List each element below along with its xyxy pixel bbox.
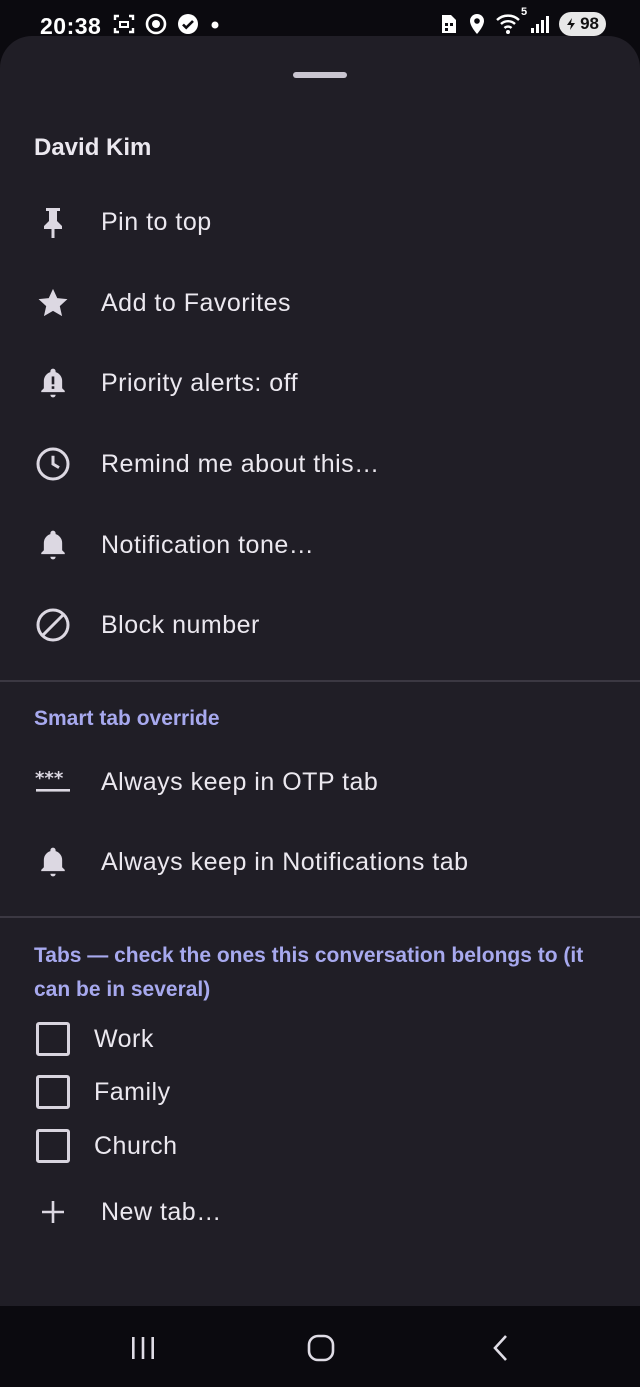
navigation-bar xyxy=(0,1306,640,1387)
status-left-icons xyxy=(112,12,222,36)
menu-item-label: Always keep in Notifications tab xyxy=(101,847,469,876)
menu-item-label: Block number xyxy=(101,610,260,639)
tabs-section-title: Tabs — check the ones this conversation … xyxy=(34,944,584,1001)
section-divider xyxy=(0,680,640,682)
checkbox[interactable] xyxy=(36,1129,70,1163)
checkbox-label: Family xyxy=(94,1077,171,1106)
menu-item-block-number[interactable]: Block number xyxy=(0,590,640,660)
menu-item-label: Notification tone… xyxy=(101,530,315,559)
bell-icon xyxy=(34,526,72,564)
back-icon[interactable] xyxy=(476,1328,526,1368)
wifi-badge: 5 xyxy=(520,6,528,18)
clock-icon xyxy=(34,445,72,483)
check-circle-icon xyxy=(176,12,200,36)
location-icon xyxy=(467,12,487,36)
vpn-icon xyxy=(144,12,168,36)
battery-level: 98 xyxy=(580,14,599,33)
screenshot-icon xyxy=(112,12,136,36)
battery-charging-icon xyxy=(567,18,576,30)
pin-icon xyxy=(34,203,72,241)
menu-item-label: Pin to top xyxy=(101,207,212,236)
status-right-icons: 5 98 xyxy=(439,6,606,36)
new-tab-label: New tab… xyxy=(101,1197,222,1226)
bell-icon xyxy=(34,843,72,881)
wifi-icon: 5 xyxy=(495,6,527,36)
smart-tab-section-title: Smart tab override xyxy=(34,707,220,730)
svg-text:***: *** xyxy=(35,768,64,789)
menu-item-label: Add to Favorites xyxy=(101,288,292,317)
checkbox-label: Church xyxy=(94,1131,178,1160)
block-icon xyxy=(34,606,72,644)
menu-item-pin-to-top[interactable]: Pin to top xyxy=(0,187,640,257)
menu-item-add-to-favorites[interactable]: Add to Favorites xyxy=(0,268,640,338)
new-tab-button[interactable]: New tab… xyxy=(0,1177,640,1247)
dot-icon xyxy=(208,12,222,36)
menu-item-notification-tone[interactable]: Notification tone… xyxy=(0,510,640,580)
contact-name: David Kim xyxy=(34,134,152,161)
section-divider xyxy=(0,916,640,918)
tab-checkbox-work[interactable]: Work xyxy=(0,1013,640,1065)
signal-icon xyxy=(529,12,551,36)
password-icon: *** xyxy=(34,763,72,801)
menu-item-keep-in-otp-tab[interactable]: *** Always keep in OTP tab xyxy=(0,747,640,817)
menu-item-keep-in-notifications-tab[interactable]: Always keep in Notifications tab xyxy=(0,827,640,897)
menu-item-remind-me[interactable]: Remind me about this… xyxy=(0,429,640,499)
menu-item-label: Always keep in OTP tab xyxy=(101,767,379,796)
battery-indicator: 98 xyxy=(559,12,606,36)
home-icon[interactable] xyxy=(296,1328,346,1368)
checkbox[interactable] xyxy=(36,1075,70,1109)
priority-bell-icon xyxy=(34,364,72,402)
tab-checkbox-family[interactable]: Family xyxy=(0,1066,640,1118)
menu-item-label: Remind me about this… xyxy=(101,449,380,478)
tab-checkbox-church[interactable]: Church xyxy=(0,1120,640,1172)
menu-item-priority-alerts[interactable]: Priority alerts: off xyxy=(0,348,640,418)
sim-icon xyxy=(439,12,459,36)
menu-item-label: Priority alerts: off xyxy=(101,368,299,397)
conversation-options-sheet: David Kim Pin to top Add to Favorites Pr… xyxy=(0,36,640,1306)
checkbox-label: Work xyxy=(94,1024,154,1053)
checkbox[interactable] xyxy=(36,1022,70,1056)
drag-handle[interactable] xyxy=(293,72,347,78)
plus-icon xyxy=(34,1193,72,1231)
recent-apps-icon[interactable] xyxy=(118,1328,168,1368)
star-icon xyxy=(34,284,72,322)
